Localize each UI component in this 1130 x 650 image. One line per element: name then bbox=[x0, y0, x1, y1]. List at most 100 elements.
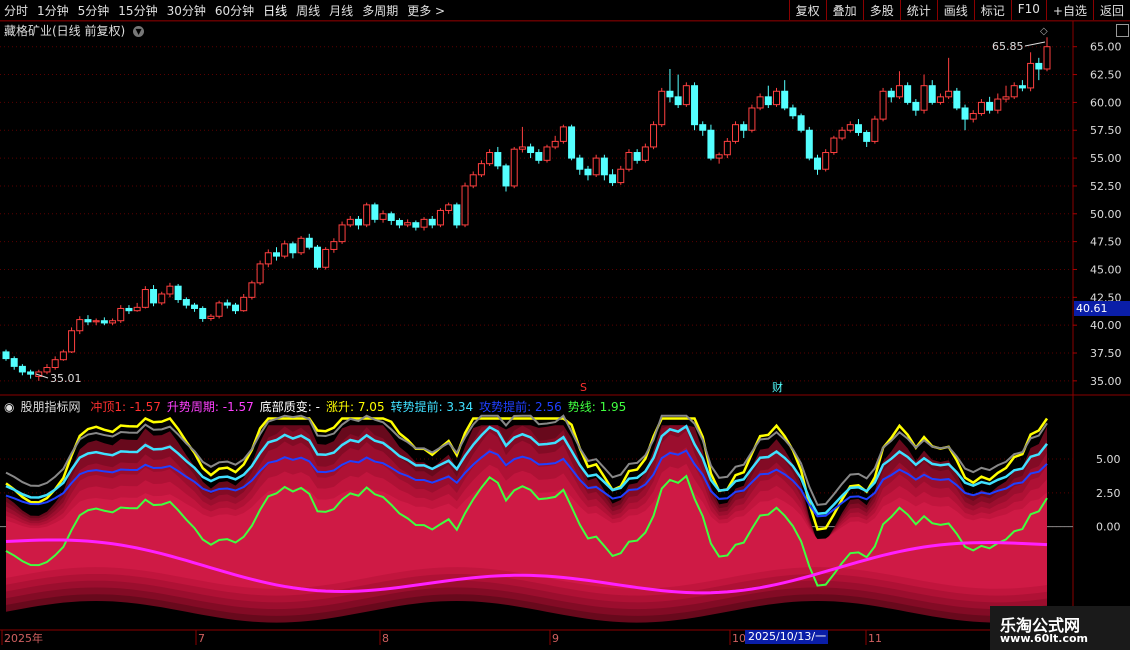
candle-body bbox=[166, 285, 174, 295]
candle-body bbox=[133, 306, 141, 312]
candle-body bbox=[928, 85, 936, 103]
date-label-3: 9 bbox=[552, 632, 559, 645]
price-tick-label: 37.50 bbox=[1090, 347, 1122, 360]
candle-body bbox=[559, 126, 567, 142]
candle-body bbox=[732, 124, 740, 142]
candle-body bbox=[92, 320, 100, 323]
candle-body bbox=[723, 140, 731, 156]
candle-body bbox=[740, 124, 748, 131]
candle-body bbox=[699, 124, 707, 131]
candle-body bbox=[510, 148, 518, 187]
candle-body bbox=[674, 96, 682, 106]
candle-body bbox=[371, 204, 379, 220]
candle-body bbox=[109, 320, 117, 324]
candle-body bbox=[838, 129, 846, 139]
candle-body bbox=[1035, 62, 1043, 70]
candle-body bbox=[715, 154, 723, 159]
candle-body bbox=[412, 222, 420, 228]
candle-body bbox=[813, 157, 821, 170]
indicator-value-2: 底部质变: - bbox=[259, 400, 320, 414]
indicator-value-3: 涨升: 7.05 bbox=[326, 400, 385, 414]
indicator-tick-label: 0.00 bbox=[1096, 521, 1121, 534]
candle-body bbox=[535, 152, 543, 161]
candle-body bbox=[68, 330, 76, 353]
candle-body bbox=[223, 302, 231, 306]
candle-body bbox=[666, 90, 674, 98]
candle-body bbox=[420, 218, 428, 228]
candle-body bbox=[125, 307, 133, 312]
price-tick-label: 40.00 bbox=[1090, 319, 1122, 332]
candle-body bbox=[805, 129, 813, 159]
price-tick-label: 35.00 bbox=[1090, 375, 1122, 388]
candle-body bbox=[994, 98, 1002, 111]
candle-body bbox=[379, 213, 387, 220]
low-price-label: 35.01 bbox=[50, 372, 82, 385]
indicator-value-6: 势线: 1.95 bbox=[567, 400, 627, 414]
candle-body bbox=[863, 131, 871, 142]
indicator-value-5: 攻势提前: 2.56 bbox=[479, 400, 562, 414]
candle-body bbox=[428, 218, 436, 226]
candle-body bbox=[977, 101, 985, 115]
candle-body bbox=[494, 152, 502, 167]
candle-body bbox=[961, 107, 969, 120]
candle-body bbox=[289, 243, 297, 254]
candle-body bbox=[1043, 46, 1051, 70]
candle-body bbox=[846, 124, 854, 131]
candle-body bbox=[691, 85, 699, 126]
candle-body bbox=[272, 252, 280, 257]
candle-body bbox=[1018, 85, 1026, 89]
candle-body bbox=[904, 85, 912, 103]
candle-body bbox=[59, 351, 67, 361]
candle-body bbox=[264, 252, 272, 265]
chart-canvas[interactable]: 65.00 62.50 60.00 57.50 55.00 52.50 50.00 47.50… bbox=[0, 0, 1130, 650]
candle-body bbox=[879, 90, 887, 120]
candle-body bbox=[609, 174, 617, 184]
candle-body bbox=[854, 124, 862, 133]
price-tick-label: 60.00 bbox=[1090, 96, 1122, 109]
candle-body bbox=[650, 124, 658, 148]
candle-body bbox=[10, 358, 18, 367]
date-label-2: 8 bbox=[382, 632, 389, 645]
candle-body bbox=[527, 146, 535, 154]
cursor-date-badge: 2025/10/13/一 bbox=[745, 630, 828, 644]
candle-body bbox=[822, 152, 830, 170]
candle-body bbox=[682, 85, 690, 106]
candle-body bbox=[117, 307, 125, 322]
candle-body bbox=[330, 241, 338, 250]
candle-body bbox=[781, 90, 789, 109]
price-tick-label: 45.00 bbox=[1090, 263, 1122, 276]
candle-body bbox=[256, 263, 264, 284]
candle-body bbox=[543, 146, 551, 161]
high-pointer bbox=[1024, 41, 1046, 47]
candle-body bbox=[281, 243, 289, 257]
date-label-5: 11 bbox=[868, 632, 882, 645]
candle-body bbox=[748, 107, 756, 131]
indicator-value-0: 冲顶1: -1.57 bbox=[90, 400, 161, 414]
candle-body bbox=[584, 168, 592, 176]
candle-body bbox=[248, 282, 256, 298]
candle-body bbox=[51, 359, 59, 368]
price-tick-label: 55.00 bbox=[1090, 152, 1122, 165]
candle-body bbox=[199, 307, 207, 319]
candle-body bbox=[658, 90, 666, 126]
candle-body bbox=[174, 285, 182, 301]
candle-body bbox=[469, 174, 477, 187]
candle-body bbox=[240, 296, 248, 312]
candle-body bbox=[305, 237, 313, 248]
high-price-label: 65.85 bbox=[992, 40, 1024, 53]
candle-body bbox=[215, 302, 223, 317]
candle-body bbox=[191, 304, 199, 309]
candle-body bbox=[895, 85, 903, 98]
indicator-value-1: 升势周期: -1.57 bbox=[166, 400, 254, 414]
indicator-name[interactable]: 股朋指标网 bbox=[20, 400, 80, 414]
candle-body bbox=[887, 90, 895, 98]
candle-body bbox=[436, 209, 444, 226]
candle-body bbox=[232, 304, 240, 312]
price-tick-label: 50.00 bbox=[1090, 208, 1122, 221]
price-tick-label: 57.50 bbox=[1090, 124, 1122, 137]
indicator-tick-label: 5.00 bbox=[1096, 453, 1121, 466]
candle-body bbox=[617, 168, 625, 184]
candle-body bbox=[551, 140, 559, 148]
watermark-url: www.60lt.com bbox=[1000, 632, 1089, 645]
candle-body bbox=[625, 152, 633, 170]
